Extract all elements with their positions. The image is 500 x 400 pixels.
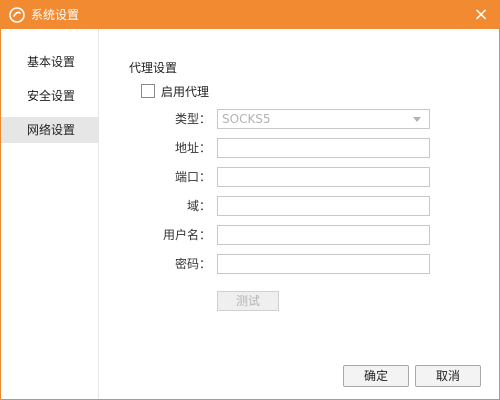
settings-window: 系统设置 × 基本设置 安全设置 网络设置 代理设置 启用代理 类型： SOCK… xyxy=(0,0,500,400)
ok-button[interactable]: 确定 xyxy=(343,365,409,387)
enable-proxy-label: 启用代理 xyxy=(161,85,210,99)
port-label: 端口： xyxy=(174,170,211,184)
close-button[interactable]: × xyxy=(467,1,495,29)
password-input[interactable] xyxy=(217,254,430,274)
address-input[interactable] xyxy=(217,138,430,158)
cancel-button[interactable]: 取消 xyxy=(415,365,481,387)
username-label: 用户名： xyxy=(162,228,211,242)
sidebar: 基本设置 安全设置 网络设置 xyxy=(1,29,99,399)
port-input[interactable] xyxy=(217,167,430,187)
address-label: 地址： xyxy=(174,141,211,155)
username-input[interactable] xyxy=(217,225,430,245)
sidebar-item-security-settings[interactable]: 安全设置 xyxy=(1,83,98,109)
test-button[interactable]: 测试 xyxy=(217,291,279,311)
enable-proxy-checkbox[interactable] xyxy=(141,84,155,98)
close-icon: × xyxy=(473,4,489,25)
app-logo-icon xyxy=(9,7,25,23)
proxy-section-title: 代理设置 xyxy=(129,61,178,75)
type-label: 类型： xyxy=(174,112,211,126)
proxy-type-select[interactable]: SOCKS5 xyxy=(217,109,430,129)
domain-label: 域： xyxy=(186,199,211,213)
sidebar-item-basic-settings[interactable]: 基本设置 xyxy=(1,49,98,75)
chevron-down-icon xyxy=(413,117,421,122)
domain-input[interactable] xyxy=(217,196,430,216)
sidebar-item-network-settings[interactable]: 网络设置 xyxy=(1,117,98,143)
proxy-type-value: SOCKS5 xyxy=(222,112,271,126)
password-label: 密码： xyxy=(174,257,211,271)
window-title: 系统设置 xyxy=(31,8,80,22)
title-bar: 系统设置 × xyxy=(1,1,499,29)
